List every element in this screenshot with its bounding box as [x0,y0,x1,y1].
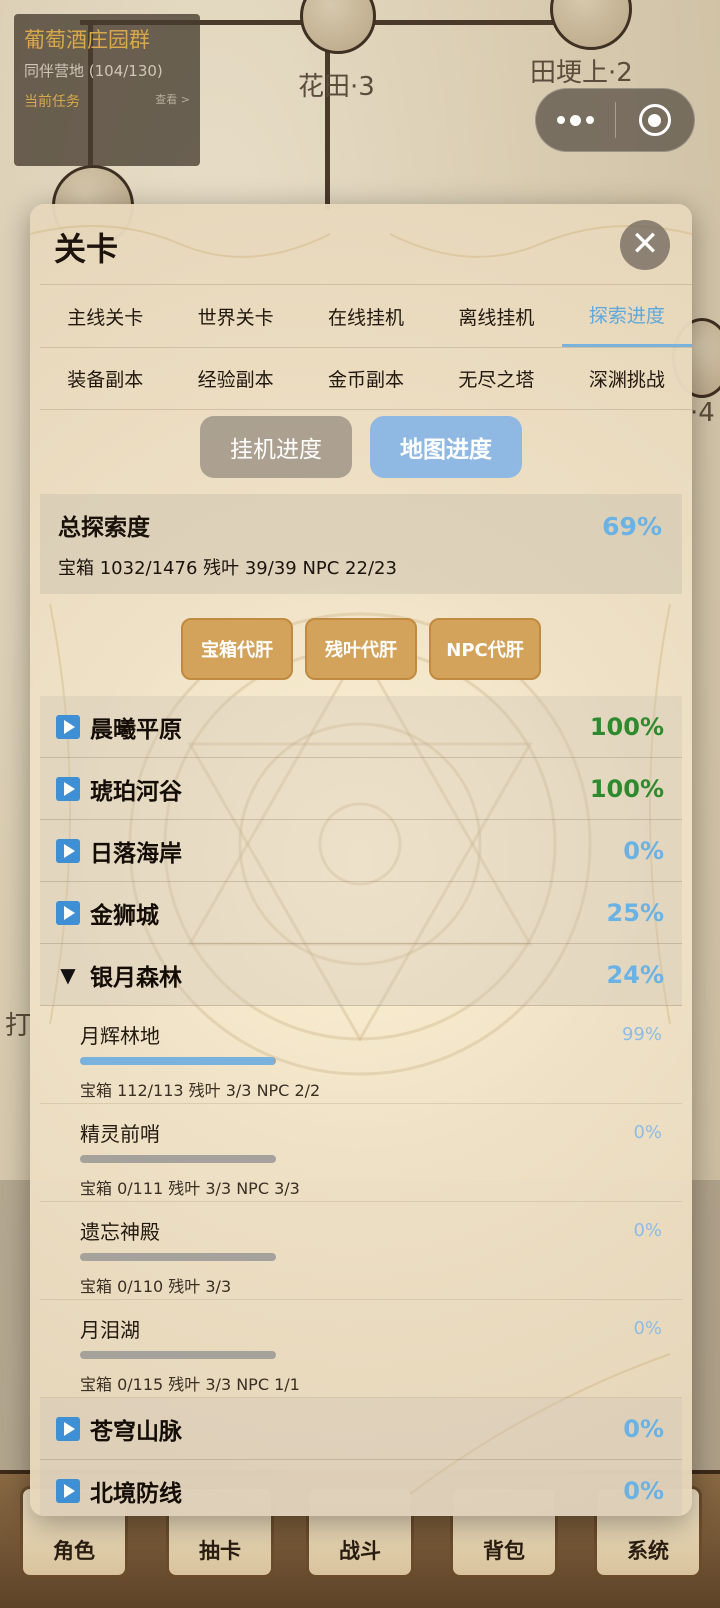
tab-offline-idle[interactable]: 离线挂机 [431,285,561,347]
summary-stats: 宝箱 1032/1476 残叶 39/39 NPC 22/23 [58,558,397,579]
nav-label: 系统 [627,1539,669,1563]
tab-endless-tower[interactable]: 无尽之塔 [431,348,561,409]
task-subtitle: 同伴营地 (104/130) [24,62,163,80]
leaf-auto-button[interactable]: 残叶代肝 [305,618,417,680]
region-name: 北境防线 [90,1480,182,1507]
tab-exploration-progress[interactable]: 探索进度 [561,285,692,347]
region-percent: 0% [623,1476,664,1505]
sub-area-item[interactable]: 遗忘神殿 0% 宝箱 0/110 残叶 3/3 [40,1202,682,1300]
region-percent: 100% [589,712,664,741]
region-name: 晨曦平原 [90,716,182,743]
sub-area-stats: 宝箱 0/115 残叶 3/3 NPC 1/1 [80,1375,300,1394]
sub-area-stats: 宝箱 0/110 残叶 3/3 [80,1277,232,1296]
stage-tabs: 主线关卡 世界关卡 在线挂机 离线挂机 探索进度 装备副本 经验副本 金币副本 … [40,284,692,410]
expand-triangle-icon [56,900,80,925]
current-task-card[interactable]: 葡萄酒庄园群 同伴营地 (104/130) 当前任务 查看 > [14,14,200,166]
sub-area-progress-bar [80,1253,276,1261]
nav-label: 角色 [53,1539,95,1563]
region-row[interactable]: 日落海岸 0% [40,820,682,882]
region-list: 晨曦平原 100% 琥珀河谷 100% 日落海岸 0% 金狮城 25% ▼ 银月… [40,696,682,1516]
map-label-flower-field: 花田·3 [298,72,375,102]
tab-abyss-challenge[interactable]: 深渊挑战 [562,348,692,409]
tab-main-stage[interactable]: 主线关卡 [40,285,170,347]
current-task-link[interactable]: 当前任务 [24,91,80,111]
mini-program-capsule [535,88,695,152]
tab-online-idle[interactable]: 在线挂机 [301,285,431,347]
chest-auto-button[interactable]: 宝箱代肝 [181,618,293,680]
sub-area-name: 月泪湖 [80,1318,140,1342]
total-exploration-summary: 总探索度 69% 宝箱 1032/1476 残叶 39/39 NPC 22/23 [40,494,682,594]
exit-button[interactable] [616,89,695,151]
expand-triangle-icon [56,1478,80,1503]
sub-area-name: 精灵前哨 [80,1122,160,1146]
region-name: 琥珀河谷 [90,778,182,805]
more-dots-icon [556,114,594,126]
sub-area-name: 月辉林地 [80,1024,160,1048]
region-name: 日落海岸 [90,840,182,867]
region-percent: 0% [623,836,664,865]
sub-area-stats: 宝箱 112/113 残叶 3/3 NPC 2/2 [80,1081,321,1100]
tab-exp-dungeon[interactable]: 经验副本 [170,348,300,409]
nav-label: 战斗 [339,1539,381,1563]
expand-triangle-icon [56,838,80,863]
task-location: 葡萄酒庄园群 [24,28,150,52]
sub-area-item[interactable]: 月泪湖 0% 宝箱 0/115 残叶 3/3 NPC 1/1 [40,1300,682,1398]
close-icon: ✕ [630,224,660,264]
tab-equipment-dungeon[interactable]: 装备副本 [40,348,170,409]
region-percent: 24% [606,960,664,989]
region-row[interactable]: 金狮城 25% [40,882,682,944]
sub-area-name: 遗忘神殿 [80,1220,160,1244]
sub-area-percent: 0% [633,1122,662,1143]
progress-segment-control: 挂机进度 地图进度 [30,416,692,478]
sub-area-percent: 99% [621,1024,662,1045]
map-label-east: ·4 [690,398,715,428]
region-row[interactable]: 琥珀河谷 100% [40,758,682,820]
modal-title: 关卡 [54,230,119,268]
task-view-more[interactable]: 查看 > [155,91,190,111]
sub-area-percent: 0% [633,1318,662,1339]
tab-gold-dungeon[interactable]: 金币副本 [301,348,431,409]
sub-area-progress-bar [80,1155,276,1163]
region-name: 银月森林 [90,964,182,991]
close-button[interactable]: ✕ [620,220,670,270]
sub-area-stats: 宝箱 0/111 残叶 3/3 NPC 3/3 [80,1179,300,1198]
expand-triangle-icon [56,776,80,801]
map-progress-button[interactable]: 地图进度 [370,416,522,478]
sub-area-item[interactable]: 月辉林地 99% 宝箱 112/113 残叶 3/3 NPC 2/2 [40,1006,682,1104]
sub-area-progress-bar [80,1057,276,1065]
sub-area-progress-bar [80,1351,276,1359]
sub-area-percent: 0% [633,1220,662,1241]
expand-triangle-icon [56,714,80,739]
region-row[interactable]: 苍穹山脉 0% [40,1398,682,1460]
npc-auto-button[interactable]: NPC代肝 [429,618,541,680]
nav-label: 背包 [483,1539,525,1563]
expand-triangle-icon [56,1416,80,1441]
stage-modal: 关卡 ✕ 主线关卡 世界关卡 在线挂机 离线挂机 探索进度 装备副本 经验副本 … [30,204,692,1516]
region-percent: 25% [606,898,664,927]
region-percent: 100% [589,774,664,803]
region-row-expanded[interactable]: ▼ 银月森林 24% [40,944,682,1006]
region-row[interactable]: 北境防线 0% [40,1460,682,1516]
more-button[interactable] [536,89,615,151]
summary-percent: 69% [602,512,662,541]
summary-title: 总探索度 [58,515,150,541]
nav-label: 抽卡 [199,1539,241,1563]
map-label-ridge: 田埂上·2 [530,58,633,88]
tab-world-stage[interactable]: 世界关卡 [170,285,300,347]
auto-actions: 宝箱代肝 残叶代肝 NPC代肝 [30,618,692,680]
target-icon [638,104,671,136]
map-label-west: 打 [5,1011,32,1041]
region-name: 金狮城 [90,902,159,929]
region-name: 苍穹山脉 [90,1418,182,1445]
sub-area-item[interactable]: 精灵前哨 0% 宝箱 0/111 残叶 3/3 NPC 3/3 [40,1104,682,1202]
region-percent: 0% [623,1414,664,1443]
progress-fill [80,1057,275,1065]
idle-progress-button[interactable]: 挂机进度 [200,416,352,478]
collapse-triangle-icon: ▼ [60,962,76,987]
region-row[interactable]: 晨曦平原 100% [40,696,682,758]
